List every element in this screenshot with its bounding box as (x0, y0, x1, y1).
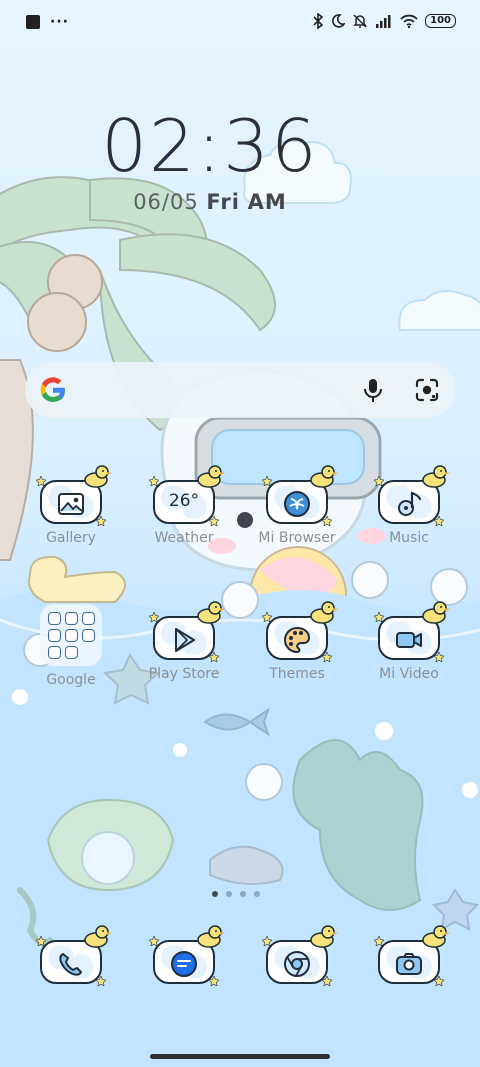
battery-indicator: 100 (425, 14, 456, 28)
weather-temp: 26° (168, 491, 200, 511)
app-label: Play Store (148, 666, 220, 682)
app-label: Music (389, 530, 429, 546)
page-indicator[interactable] (212, 891, 260, 897)
wifi-icon (400, 14, 418, 28)
dock-camera[interactable] (354, 925, 464, 986)
bluetooth-icon (313, 13, 324, 29)
more-dots-icon: ··· (50, 14, 69, 30)
clock-date[interactable]: 06/05 Fri AM (0, 190, 420, 214)
app-weather[interactable]: 26° Weather (129, 465, 239, 546)
weather-icon: 26° (149, 465, 225, 526)
date-text: 06/05 (133, 190, 199, 214)
dock-phone[interactable] (16, 925, 126, 986)
dock-messages[interactable] (129, 925, 239, 986)
app-play-store[interactable]: Play Store (129, 601, 239, 682)
moon-icon (332, 14, 346, 28)
google-logo-icon (40, 377, 65, 402)
ampm-text: AM (247, 190, 287, 214)
app-label: Mi Video (379, 666, 439, 682)
app-label: Google (46, 672, 96, 688)
phone-icon (36, 925, 112, 986)
folder-icon (40, 604, 102, 666)
app-music[interactable]: Music (354, 465, 464, 546)
camera-icon (374, 925, 450, 986)
weekday-text: Fri (206, 190, 240, 214)
browser-icon (262, 465, 338, 526)
app-label: Mi Browser (258, 530, 336, 546)
page-dot (240, 891, 246, 897)
mic-icon[interactable] (359, 376, 387, 404)
app-label: Gallery (46, 530, 96, 546)
app-label: Themes (269, 666, 325, 682)
palette-icon (262, 601, 338, 662)
page-dot (226, 891, 232, 897)
lens-icon[interactable] (413, 376, 441, 404)
square-icon (26, 15, 40, 29)
signal-icon (376, 15, 391, 28)
gesture-home-bar[interactable] (150, 1054, 330, 1059)
play-store-icon (149, 601, 225, 662)
video-icon (374, 601, 450, 662)
messages-icon (149, 925, 225, 986)
page-dot (254, 891, 260, 897)
app-mi-video[interactable]: Mi Video (354, 601, 464, 682)
folder-google[interactable]: Google (16, 604, 126, 688)
music-icon (374, 465, 450, 526)
bell-off-icon (353, 14, 367, 28)
chrome-icon (262, 925, 338, 986)
clock-time[interactable]: 02:36 (0, 104, 420, 188)
dock-chrome[interactable] (242, 925, 352, 986)
google-search-bar[interactable] (25, 362, 455, 418)
page-dot-active (212, 891, 218, 897)
app-gallery[interactable]: Gallery (16, 465, 126, 546)
app-themes[interactable]: Themes (242, 601, 352, 682)
status-bar: ··· 100 (0, 0, 480, 46)
gallery-icon (36, 465, 112, 526)
app-mi-browser[interactable]: Mi Browser (242, 465, 352, 546)
app-label: Weather (154, 530, 214, 546)
